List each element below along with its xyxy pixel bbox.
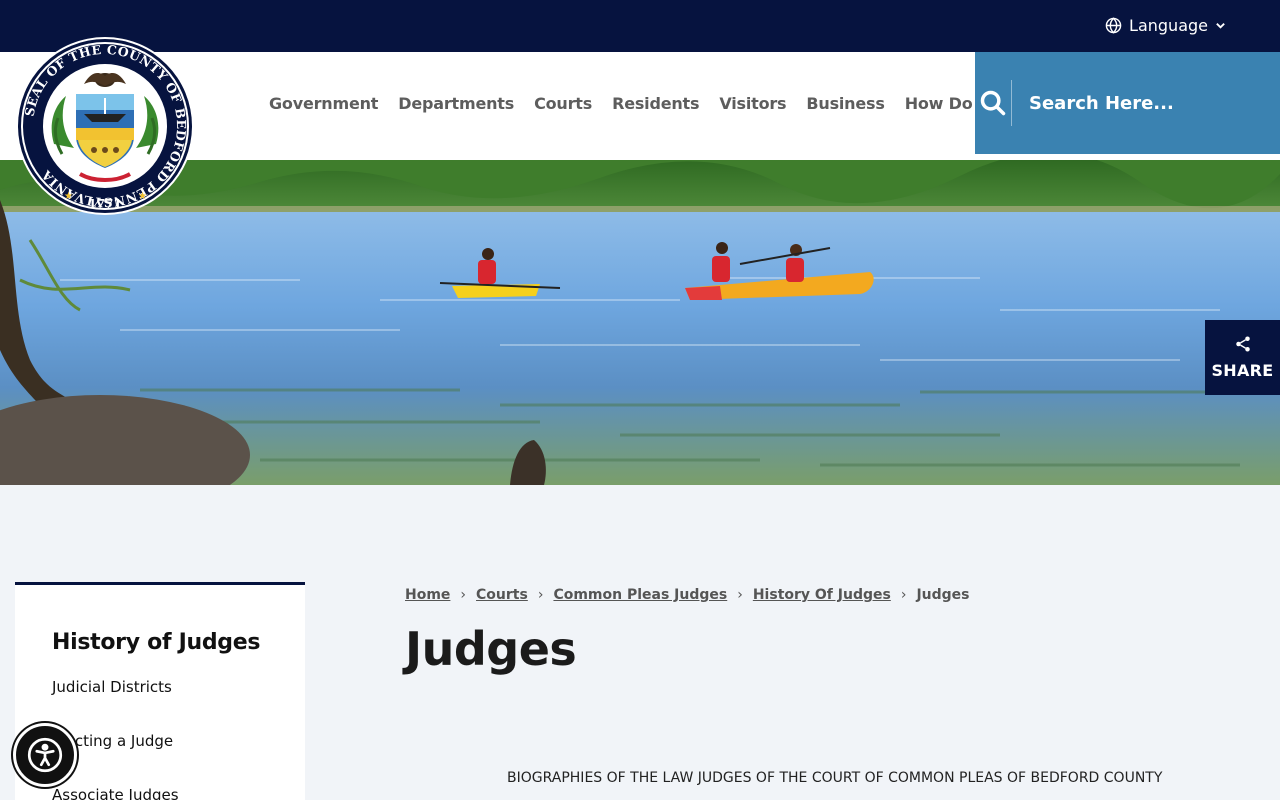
nav-item-government[interactable]: Government xyxy=(259,94,388,113)
share-label: SHARE xyxy=(1211,361,1274,380)
svg-text:1771: 1771 xyxy=(88,197,121,211)
share-icon xyxy=(1235,336,1250,352)
share-button[interactable]: SHARE xyxy=(1205,320,1280,395)
nav-item-departments[interactable]: Departments xyxy=(388,94,524,113)
sidebar-item-judicial-districts[interactable]: Judicial Districts xyxy=(52,678,172,696)
breadcrumb-home[interactable]: Home xyxy=(405,587,450,603)
search-button[interactable] xyxy=(975,52,1011,154)
search-icon xyxy=(980,90,1006,116)
county-seal-logo[interactable]: SEAL OF THE COUNTY OF BEDFORD PENNSYLVAN… xyxy=(14,36,196,216)
search-input[interactable] xyxy=(1011,73,1280,133)
sidebar-title: History of Judges xyxy=(52,630,261,655)
globe-icon xyxy=(1105,17,1122,34)
language-label: Language xyxy=(1129,16,1208,35)
svg-text:★: ★ xyxy=(64,191,73,202)
accessibility-button[interactable] xyxy=(13,723,77,787)
breadcrumb-chevron-icon: › xyxy=(737,587,743,603)
svg-text:★: ★ xyxy=(138,191,147,202)
search-box xyxy=(975,52,1280,154)
nav-item-visitors[interactable]: Visitors xyxy=(709,94,796,113)
breadcrumb-chevron-icon: › xyxy=(460,587,467,603)
breadcrumb-current: Judges xyxy=(916,587,970,603)
nav-item-courts[interactable]: Courts xyxy=(524,94,602,113)
page-title: Judges xyxy=(405,622,577,676)
breadcrumb-common-pleas-judges[interactable]: Common Pleas Judges xyxy=(553,587,727,603)
breadcrumb: Home › Courts › Common Pleas Judges › Hi… xyxy=(405,587,969,603)
breadcrumb-chevron-icon: › xyxy=(900,587,907,603)
intro-text: BIOGRAPHIES OF THE LAW JUDGES OF THE COU… xyxy=(507,770,1163,786)
sidebar-item-associate-judges[interactable]: Associate Judges xyxy=(52,786,179,800)
breadcrumb-courts[interactable]: Courts xyxy=(476,587,528,603)
breadcrumb-chevron-icon: › xyxy=(537,587,544,603)
main-nav: Government Departments Courts Residents … xyxy=(259,52,994,154)
nav-item-residents[interactable]: Residents xyxy=(602,94,709,113)
breadcrumb-history-of-judges[interactable]: History Of Judges xyxy=(753,587,891,603)
nav-item-business[interactable]: Business xyxy=(796,94,894,113)
accessibility-icon xyxy=(27,737,63,773)
language-selector[interactable]: Language xyxy=(1105,16,1226,35)
chevron-down-icon xyxy=(1216,23,1225,29)
